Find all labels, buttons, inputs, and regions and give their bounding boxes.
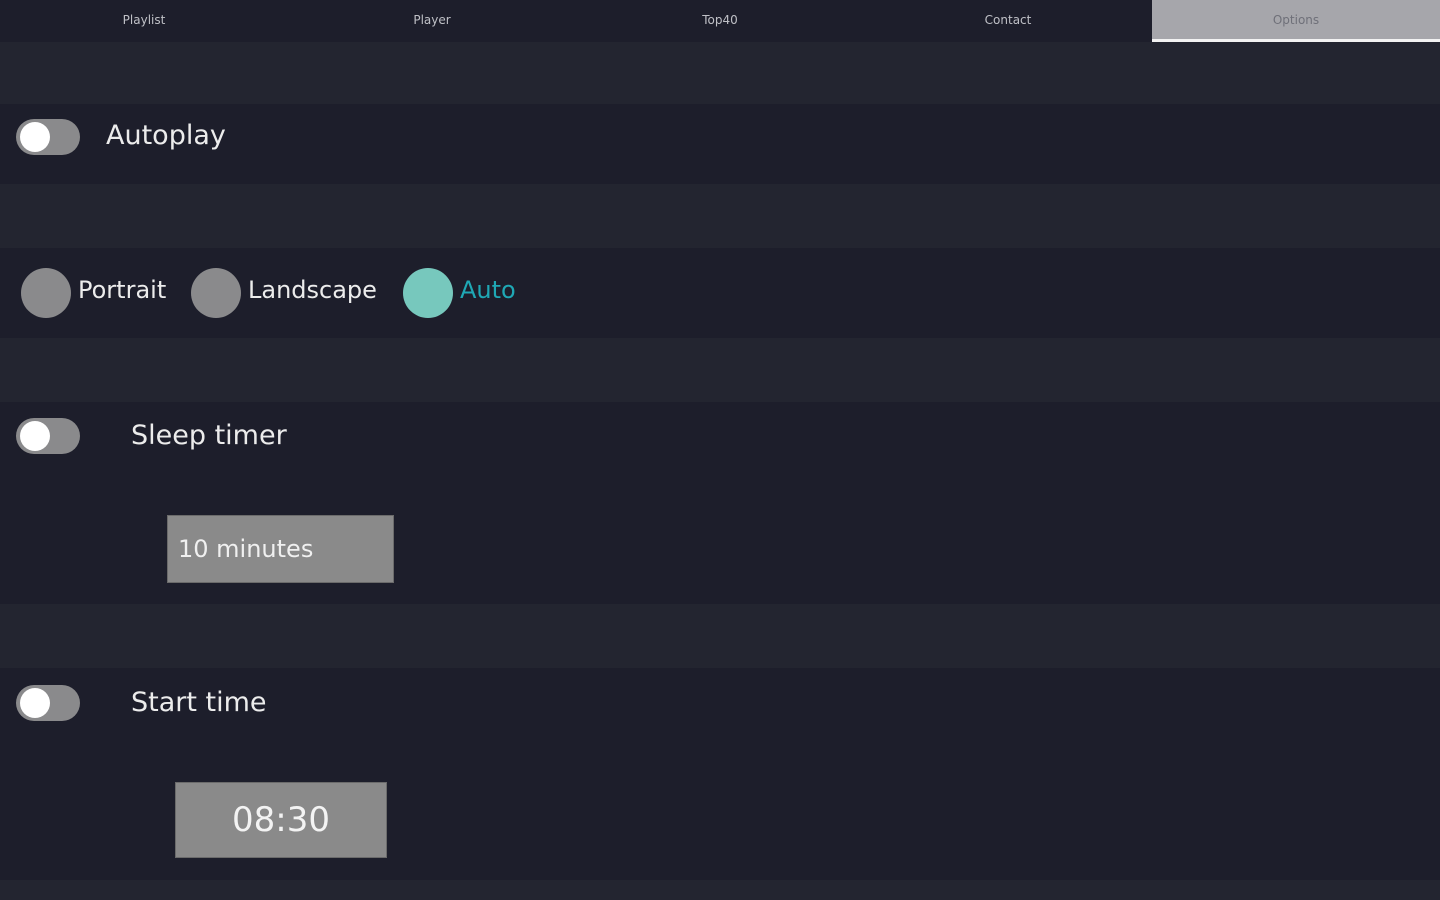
spacer-band xyxy=(0,42,1440,104)
spacer-band xyxy=(0,338,1440,402)
tab-player[interactable]: Player xyxy=(288,0,576,40)
radio-portrait[interactable] xyxy=(21,268,71,318)
spacer-band xyxy=(0,184,1440,248)
start-time-field[interactable]: 08:30 xyxy=(175,782,387,858)
autoplay-label: Autoplay xyxy=(106,120,226,151)
sleep-timer-label: Sleep timer xyxy=(131,420,287,451)
toggle-knob xyxy=(20,421,50,451)
tab-options[interactable]: Options xyxy=(1152,0,1440,42)
spacer-band xyxy=(0,604,1440,668)
radio-portrait-label[interactable]: Portrait xyxy=(78,276,166,304)
radio-landscape[interactable] xyxy=(191,268,241,318)
spacer-band xyxy=(0,880,1440,900)
toggle-knob xyxy=(20,688,50,718)
radio-auto[interactable] xyxy=(403,268,453,318)
sleep-timer-toggle[interactable] xyxy=(16,418,80,454)
tab-top40[interactable]: Top40 xyxy=(576,0,864,40)
autoplay-toggle[interactable] xyxy=(16,119,80,155)
tab-playlist[interactable]: Playlist xyxy=(0,0,288,40)
options-screen: Playlist Player Top40 Contact Options Au… xyxy=(0,0,1440,900)
start-time-label: Start time xyxy=(131,687,267,718)
radio-auto-label[interactable]: Auto xyxy=(460,276,516,304)
tab-contact[interactable]: Contact xyxy=(864,0,1152,40)
sleep-timer-select[interactable]: 10 minutes xyxy=(167,515,394,583)
toggle-knob xyxy=(20,122,50,152)
start-time-toggle[interactable] xyxy=(16,685,80,721)
tab-bar: Playlist Player Top40 Contact Options xyxy=(0,0,1440,42)
radio-landscape-label[interactable]: Landscape xyxy=(248,276,377,304)
